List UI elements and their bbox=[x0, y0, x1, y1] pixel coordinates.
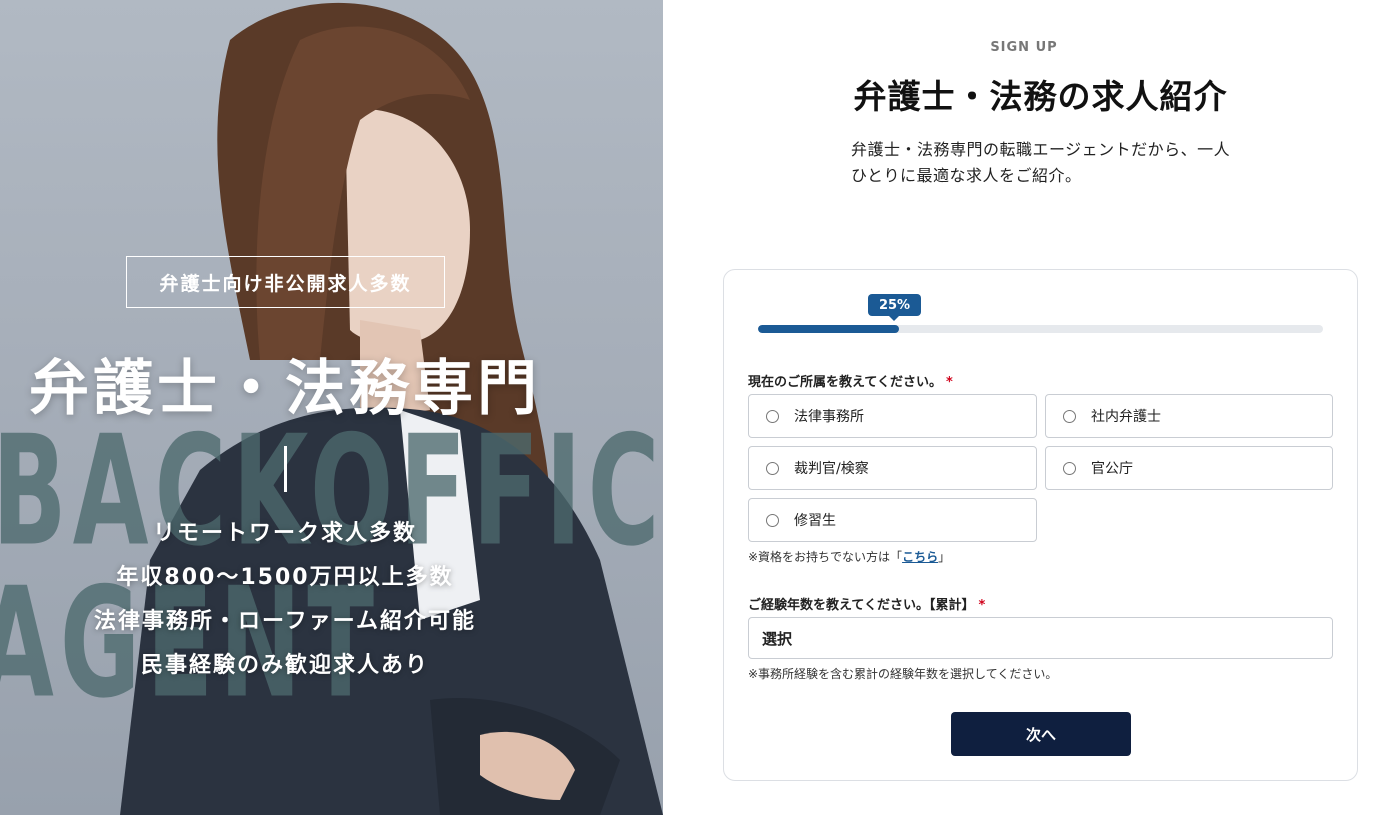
radio-button[interactable] bbox=[766, 461, 779, 475]
option-government-agency[interactable]: 官公庁 bbox=[1045, 446, 1333, 490]
option-label: 修習生 bbox=[794, 513, 836, 529]
progress-bar bbox=[758, 325, 1323, 333]
radio-button[interactable] bbox=[1063, 409, 1076, 423]
progress-badge: 25% bbox=[868, 294, 921, 321]
page-description: 弁護士・法務専門の転職エージェントだから、一人ひとりに最適な求人をご紹介。 bbox=[851, 140, 1231, 185]
experience-years-select[interactable]: 選択 bbox=[748, 617, 1333, 659]
signup-form-card: 25% 現在のご所属を教えてください。 * 法律事務所 社内弁護士 裁判官/検察 … bbox=[723, 269, 1358, 781]
hero-badge: 弁護士向け非公開求人多数 bbox=[126, 256, 445, 308]
option-label: 裁判官/検察 bbox=[794, 461, 869, 477]
experience-note: ※事務所経験を含む累計の経験年数を選択してください。 bbox=[748, 667, 1058, 681]
hero-point: 民事経験のみ歓迎求人あり bbox=[140, 653, 429, 678]
option-label: 法律事務所 bbox=[794, 409, 864, 425]
hero-title: 弁護士・法務専門 bbox=[29, 354, 541, 424]
question-text: 現在のご所属を教えてください。 bbox=[748, 375, 942, 390]
option-label: 社内弁護士 bbox=[1091, 409, 1161, 425]
required-mark: * bbox=[945, 375, 953, 390]
page-title: 弁護士・法務の求人紹介 bbox=[853, 77, 1228, 116]
hero-point: リモートワーク求人多数 bbox=[152, 521, 417, 546]
option-in-house-lawyer[interactable]: 社内弁護士 bbox=[1045, 394, 1333, 438]
radio-button[interactable] bbox=[1063, 461, 1076, 475]
required-mark: * bbox=[978, 598, 986, 613]
hero-points-list: リモートワーク求人多数 年収800〜1500万円以上多数 法律事務所・ローファー… bbox=[0, 512, 570, 688]
note-text: ※資格をお持ちでない方は「 bbox=[748, 550, 903, 564]
here-link[interactable]: こちら bbox=[902, 550, 938, 564]
question-affiliation-label: 現在のご所属を教えてください。 * bbox=[748, 371, 953, 390]
next-button[interactable]: 次へ bbox=[951, 712, 1131, 756]
hero-point: 法律事務所・ローファーム紹介可能 bbox=[93, 609, 477, 634]
progress-bar-fill bbox=[758, 325, 900, 333]
hero-panel: BACKOFFICE AGENT 弁護士向け非公開求人多数 弁護士・法務専門 リ… bbox=[0, 0, 663, 815]
radio-button[interactable] bbox=[766, 409, 779, 423]
note-text: 」 bbox=[938, 550, 951, 564]
option-law-firm[interactable]: 法律事務所 bbox=[748, 394, 1037, 438]
hero-divider bbox=[284, 446, 287, 492]
radio-button[interactable] bbox=[766, 513, 779, 527]
hero-point: 年収800〜1500万円以上多数 bbox=[116, 565, 454, 590]
option-label: 官公庁 bbox=[1091, 461, 1133, 477]
question-experience-label: ご経験年数を教えてください。【累計】 * bbox=[748, 594, 985, 613]
question-text: ご経験年数を教えてください。【累計】 bbox=[748, 598, 975, 613]
option-trainee[interactable]: 修習生 bbox=[748, 498, 1037, 542]
signup-label: SIGN UP bbox=[990, 40, 1058, 55]
qualification-note: ※資格をお持ちでない方は「こちら」 bbox=[748, 548, 950, 565]
option-judge-prosecutor[interactable]: 裁判官/検察 bbox=[748, 446, 1037, 490]
